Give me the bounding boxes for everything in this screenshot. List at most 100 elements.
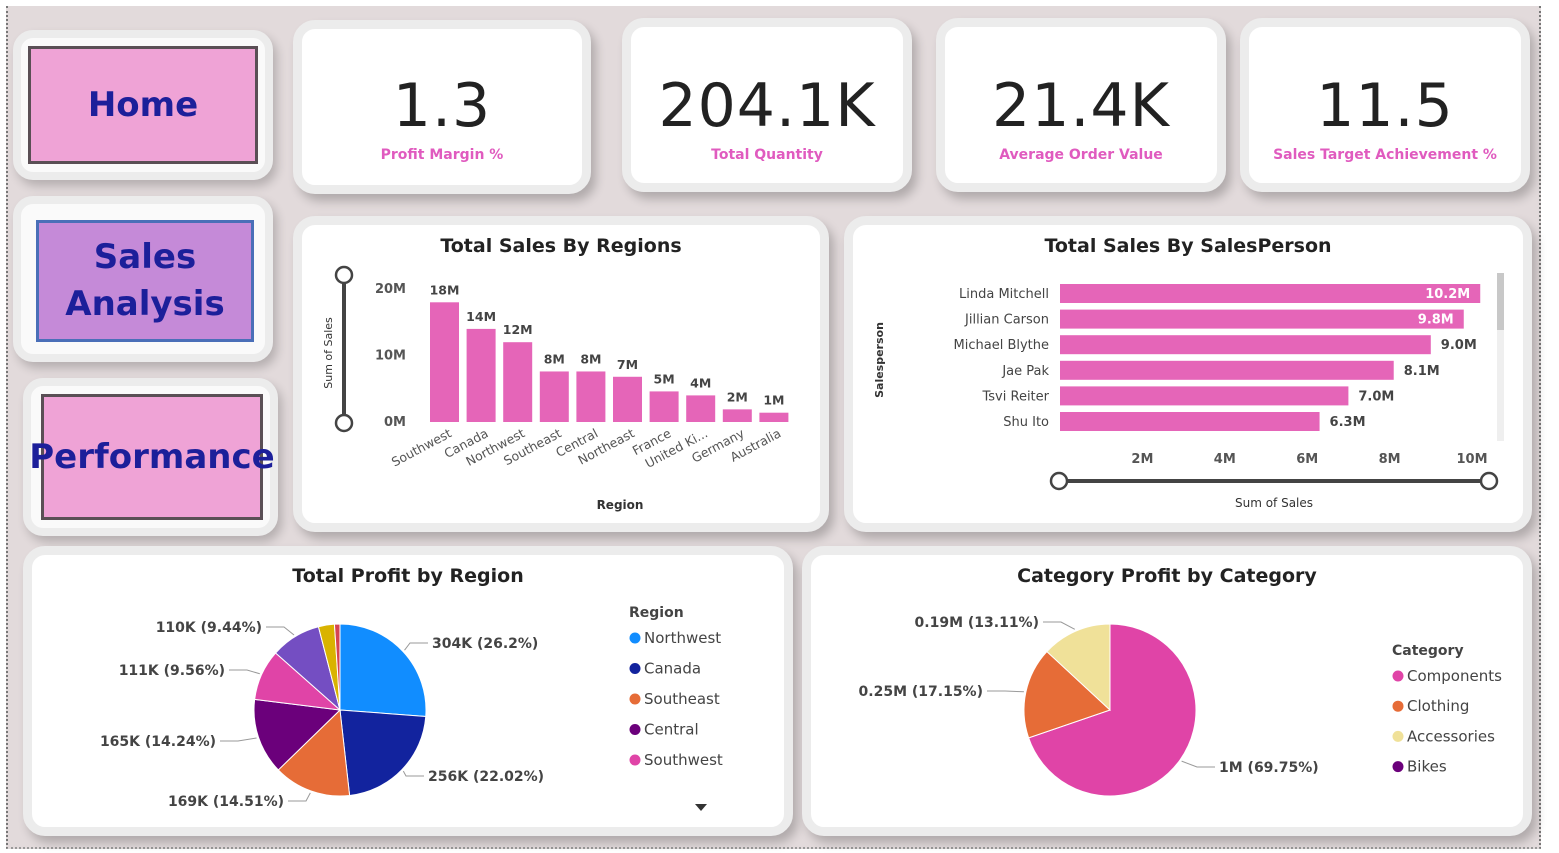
slice-data-label: 304K (26.2%) [432,636,538,652]
home-button-label: Home [87,84,199,125]
bar-data-label: 8M [544,351,565,366]
chart-card-category-profit: Category Profit by Category 1M (69.75%) 0… [802,546,1532,836]
chart-card-sales-by-salesperson: Total Sales By SalesPerson Salesperson Li… [844,216,1532,532]
legend-marker [629,632,641,644]
legend-marker [1392,761,1404,773]
kpi-card-sales-target: 11.5 Sales Target Achievement % [1240,18,1530,192]
legend-marker [629,724,641,735]
bar-data-label: 7.0M [1358,389,1394,404]
kpi-value: 11.5 [1316,71,1454,141]
y-axis-label: Sum of Sales [322,317,335,389]
bar-data-label: 9.0M [1441,338,1477,353]
x-tick-label: 6M [1296,452,1318,467]
legend-item[interactable]: Canada [644,660,701,678]
bar-data-label: 1M [763,393,784,408]
x-axis-label: Region [597,498,644,512]
bar[interactable] [1060,309,1464,329]
legend-marker [629,693,641,705]
bar[interactable] [1060,335,1431,355]
slice-data-label: 165K (14.24%) [100,734,216,750]
bar-data-label: 18M [430,282,460,297]
leader-line [987,690,1024,693]
y-tick-label: Jillian Carson [964,313,1049,328]
kpi-card-profit-margin: 1.3 Profit Margin % [293,20,591,194]
bar[interactable] [503,342,533,422]
range-slider-handle-right[interactable] [1479,471,1499,491]
range-slider-handle-top[interactable] [334,265,354,285]
bar[interactable] [1060,412,1320,431]
legend-item[interactable]: Southeast [644,690,720,708]
x-tick-label: 10M [1456,452,1487,467]
y-tick-label: 20M [375,282,406,297]
pie-slice[interactable] [339,623,427,718]
y-axis-label: Salesperson [873,322,886,398]
bar-data-label: 5M [654,371,675,386]
legend-item[interactable]: Components [1407,667,1502,685]
slice-data-label: 110K (9.44%) [156,620,262,636]
legend-item[interactable]: Clothing [1407,697,1469,715]
x-tick-label: 4M [1214,452,1236,467]
bar-data-label: 10.2M [1425,287,1470,302]
bar[interactable] [430,302,459,422]
leader-line [229,669,260,675]
chart-card-profit-by-region: Total Profit by Region 304K (26.2%) 256K … [23,546,793,836]
range-slider-handle-left[interactable] [1049,471,1069,491]
legend-item[interactable]: Bikes [1407,758,1447,776]
kpi-label: Profit Margin % [380,147,504,163]
performance-button-label: Performance [29,436,275,477]
sales-analysis-button-label: Sales Analysis [65,237,225,324]
kpi-label: Total Quantity [711,147,823,163]
home-button[interactable]: Home [28,46,258,164]
range-slider-handle-bottom[interactable] [334,413,354,433]
legend-item[interactable]: Accessories [1407,727,1495,745]
legend-item[interactable]: Southwest [644,751,723,769]
bar[interactable] [466,328,496,422]
slice-data-label: 169K (14.51%) [168,794,284,810]
kpi-card-average-order-value: 21.4K Average Order Value [936,18,1226,192]
bar[interactable] [1060,360,1394,380]
legend-title: Category [1392,643,1464,659]
vertical-scrollbar-thumb[interactable] [1497,273,1504,330]
y-tick-label: Tsvi Reiter [982,389,1050,404]
legend-marker [1392,730,1404,742]
kpi-label: Sales Target Achievement % [1273,147,1497,163]
kpi-value: 21.4K [992,71,1170,141]
pie-slice[interactable] [339,709,427,797]
profit-by-region-chart: 304K (26.2%) 256K (22.02%) 169K (14.51%) 16… [100,605,723,811]
bar[interactable] [759,412,789,422]
bar[interactable] [686,395,716,422]
x-axis-label: Sum of Sales [1235,496,1313,510]
leader-line [266,626,295,636]
bar[interactable] [649,391,679,422]
legend-marker [1392,700,1404,712]
slice-data-label: 1M (69.75%) [1219,760,1319,776]
performance-button[interactable]: Performance [29,394,275,520]
legend-item[interactable]: Northwest [644,629,721,647]
legend-marker [629,754,641,766]
kpi-card-total-quantity: 204.1K Total Quantity [622,18,912,192]
bar[interactable] [576,371,606,422]
nav-card-performance: Performance [23,378,278,536]
kpi-label: Average Order Value [999,147,1163,163]
bar-data-label: 9.8M [1418,313,1454,328]
kpi-value: 204.1K [658,71,876,141]
legend-item[interactable]: Central [644,721,699,739]
bar-data-label: 8M [580,351,601,366]
legend-scroll-down-icon[interactable] [695,804,707,811]
sales-analysis-button[interactable]: Sales Analysis [36,220,254,342]
bar[interactable] [539,371,569,422]
bar-data-label: 6.3M [1330,415,1366,430]
leader-line [1181,760,1215,768]
slice-data-label: 111K (9.56%) [119,663,225,679]
bar-data-label: 8.1M [1404,364,1440,379]
bar[interactable] [722,409,752,422]
bar[interactable] [1060,284,1481,303]
report-canvas: Home Sales Analysis Performance 1.3 Prof… [6,6,1541,849]
bar[interactable] [1060,386,1349,406]
legend-marker [629,663,641,674]
bar[interactable] [613,376,642,422]
y-tick-label: Linda Mitchell [959,287,1049,302]
y-tick-label: Michael Blythe [954,338,1049,353]
nav-card-sales-analysis: Sales Analysis [13,196,273,362]
slice-data-label: 0.19M (13.11%) [915,615,1039,631]
